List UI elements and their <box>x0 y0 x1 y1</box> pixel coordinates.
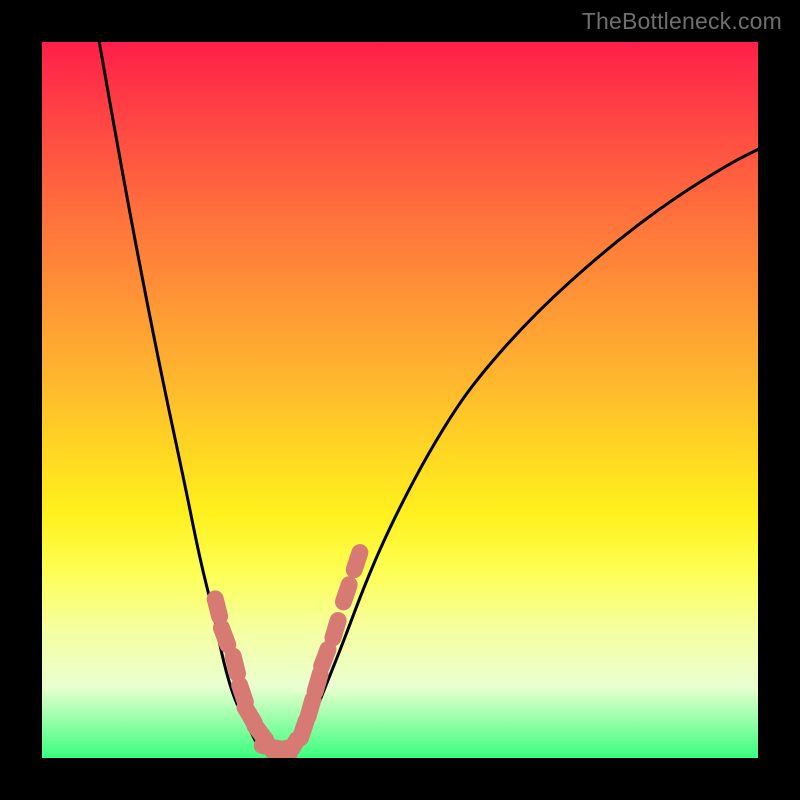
marker-bead <box>354 553 360 570</box>
marker-bead <box>315 674 320 691</box>
plot-area <box>42 42 758 758</box>
marker-bead <box>308 699 313 716</box>
marker-bead <box>343 585 349 602</box>
marker-bead <box>221 628 227 645</box>
chart-frame: TheBottleneck.com <box>0 0 800 800</box>
watermark-text: TheBottleneck.com <box>582 8 782 35</box>
marker-bead <box>215 599 219 616</box>
marker-bead <box>322 649 328 666</box>
bottleneck-curve <box>99 42 758 755</box>
chart-overlay <box>42 42 758 758</box>
marker-bead <box>233 656 237 673</box>
curve-lines <box>99 42 758 755</box>
marker-bead <box>333 620 338 637</box>
